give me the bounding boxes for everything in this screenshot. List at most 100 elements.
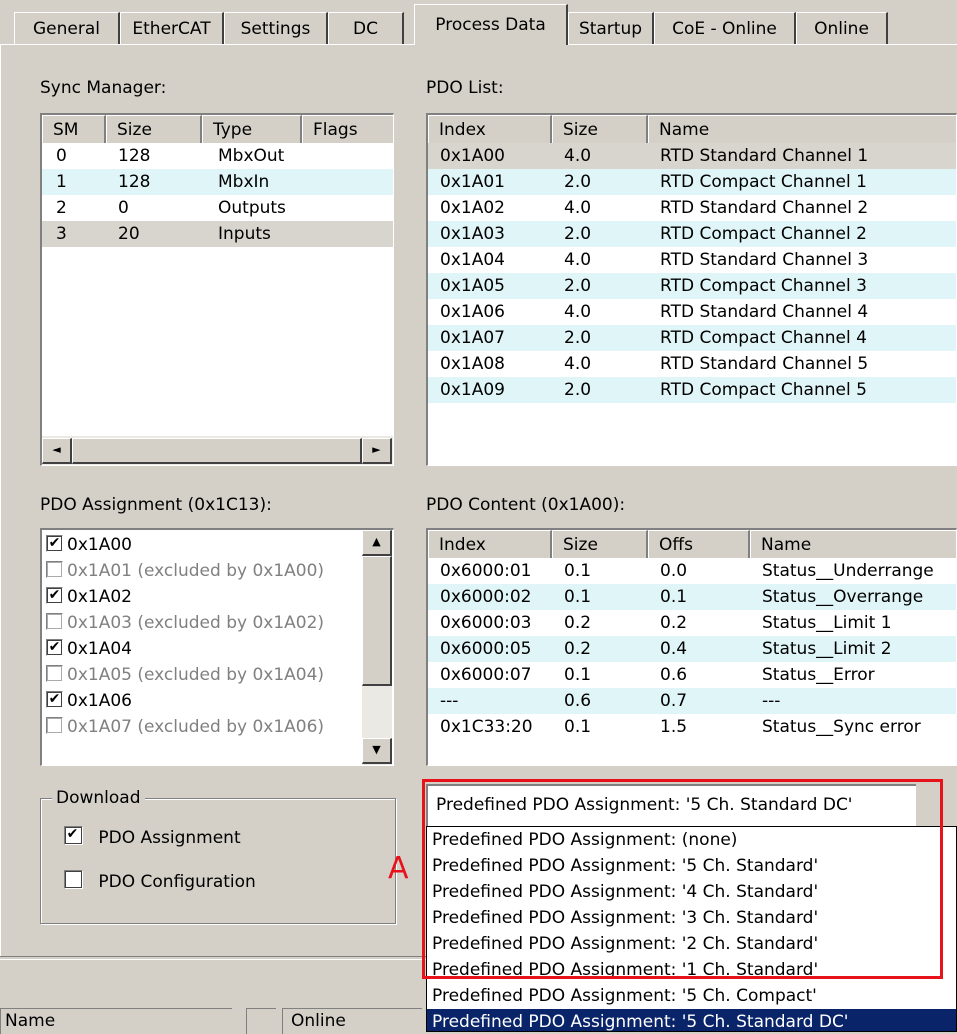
vertical-scrollbar[interactable]: ▲ ▼	[362, 530, 392, 765]
pdo-list-row[interactable]: 0x1A05 2.0 RTD Compact Channel 3	[428, 273, 956, 299]
name-cell: RTD Compact Channel 4	[660, 328, 867, 348]
pdo-list-row[interactable]: 0x1A04 4.0 RTD Standard Channel 3	[428, 247, 956, 273]
sync-manager-row-selected[interactable]: 3 20 Inputs	[42, 221, 393, 247]
size-cell: 0	[118, 198, 129, 218]
pdo-assignment-item[interactable]: 0x1A01 (excluded by 0x1A00)	[46, 558, 324, 584]
pdo-content-row[interactable]: 0x6000:05 0.2 0.4 Status__Limit 2	[428, 636, 956, 662]
size-cell: 4.0	[564, 354, 592, 374]
col-name[interactable]: Name	[648, 115, 956, 143]
pdo-checkbox[interactable]	[46, 665, 63, 682]
col-offs[interactable]: Offs	[648, 530, 750, 558]
index-cell: 0x1A00	[440, 146, 505, 166]
pdo-list[interactable]: Index Size Name 0x1A00 4.0 RTD Standard Ch…	[426, 113, 957, 466]
pdo-assignment-item-label: 0x1A05 (excluded by 0x1A04)	[67, 665, 325, 685]
pdo-assignment-item[interactable]: ✔ 0x1A04	[46, 636, 132, 662]
sync-manager-list[interactable]: SM Size Type Flags 0 128 MbxOut 1 128 Mb…	[40, 113, 394, 466]
scroll-thumb[interactable]	[72, 438, 362, 464]
pdo-checkbox[interactable]	[46, 561, 63, 578]
pdo-list-row[interactable]: 0x1A00 4.0 RTD Standard Channel 1	[428, 143, 956, 169]
pdo-content-list[interactable]: Index Size Offs Name 0x6000:01 0.1 0.0 Stat…	[426, 528, 957, 766]
pdo-list-row[interactable]: 0x1A01 2.0 RTD Compact Channel 1	[428, 169, 956, 195]
col-flags[interactable]: Flags	[302, 115, 393, 143]
tab-coe-online[interactable]: CoE - Online	[654, 12, 796, 45]
pdo-checkbox[interactable]: ✔	[46, 587, 63, 604]
pdo-assignment-item[interactable]: ✔ 0x1A00	[46, 532, 132, 558]
tab-ethercat[interactable]: EtherCAT	[120, 12, 224, 45]
sync-manager-row[interactable]: 2 0 Outputs	[42, 195, 393, 221]
pdo-list-row[interactable]: 0x1A08 4.0 RTD Standard Channel 5	[428, 351, 956, 377]
col-name[interactable]: Name	[750, 530, 956, 558]
tab-dc[interactable]: DC	[328, 12, 404, 45]
pdo-content-row[interactable]: --- 0.6 0.7 ---	[428, 688, 956, 714]
pdo-assignment-item[interactable]: ✔ 0x1A06	[46, 688, 132, 714]
pdo-assignment-list[interactable]: ✔ 0x1A00 0x1A01 (excluded by 0x1A00) ✔ 0x1A0…	[40, 528, 394, 766]
name-cell: RTD Standard Channel 1	[660, 146, 869, 166]
size-cell: 0.1	[564, 587, 592, 607]
pdo-content-row[interactable]: 0x6000:02 0.1 0.1 Status__Overrange	[428, 584, 956, 610]
name-cell: RTD Standard Channel 3	[660, 250, 869, 270]
pdo-list-row[interactable]: 0x1A02 4.0 RTD Standard Channel 2	[428, 195, 956, 221]
annotation-letter-a: A	[388, 851, 409, 886]
pdo-checkbox[interactable]	[46, 613, 63, 630]
size-cell: 20	[118, 224, 140, 244]
pdo-assignment-download-option[interactable]: ✔ PDO Assignment	[64, 826, 241, 848]
tab-process-data[interactable]: Process Data	[414, 4, 568, 45]
horizontal-scrollbar[interactable]: ◄ ►	[42, 436, 393, 465]
tab-general[interactable]: General	[14, 12, 120, 45]
scroll-down-icon[interactable]: ▼	[362, 738, 392, 764]
name-cell: Status__Underrange	[762, 561, 934, 581]
scroll-left-icon[interactable]: ◄	[42, 438, 72, 464]
checkmark-icon: ✔	[48, 587, 61, 603]
index-cell: 0x1A02	[440, 198, 505, 218]
pdo-configuration-download-label: PDO Configuration	[98, 872, 256, 892]
status-online: Online	[282, 1008, 422, 1034]
size-cell: 4.0	[564, 250, 592, 270]
col-size[interactable]: Size	[552, 115, 648, 143]
col-sm[interactable]: SM	[42, 115, 106, 143]
col-index[interactable]: Index	[428, 530, 552, 558]
pdo-checkbox[interactable]: ✔	[46, 535, 63, 552]
size-cell: 0.2	[564, 639, 592, 659]
size-cell: 2.0	[564, 224, 592, 244]
dropdown-option[interactable]: Predefined PDO Assignment: '5 Ch. Standa…	[427, 1009, 956, 1031]
scroll-right-icon[interactable]: ►	[362, 438, 392, 464]
pdo-content-row[interactable]: 0x6000:07 0.1 0.6 Status__Error	[428, 662, 956, 688]
name-cell: RTD Compact Channel 2	[660, 224, 867, 244]
pdo-assignment-download-label: PDO Assignment	[98, 828, 241, 848]
pdo-configuration-download-option[interactable]: PDO Configuration	[64, 870, 256, 892]
dropdown-option[interactable]: Predefined PDO Assignment: '5 Ch. Compac…	[427, 983, 956, 1009]
col-index[interactable]: Index	[428, 115, 552, 143]
tab-startup[interactable]: Startup	[568, 12, 654, 45]
annotation-highlight-box	[422, 779, 943, 979]
tab-settings[interactable]: Settings	[224, 12, 328, 45]
pdo-content-row[interactable]: 0x1C33:20 0.1 1.5 Status__Sync error	[428, 714, 956, 740]
sync-manager-row[interactable]: 0 128 MbxOut	[42, 143, 393, 169]
pdo-assignment-checkbox[interactable]: ✔	[64, 826, 83, 845]
scroll-up-icon[interactable]: ▲	[362, 530, 392, 556]
pdo-assignment-item-label: 0x1A06	[67, 691, 132, 711]
col-size[interactable]: Size	[106, 115, 202, 143]
pdo-configuration-checkbox[interactable]	[64, 870, 83, 889]
index-cell: 0x1C33:20	[440, 717, 533, 737]
index-cell: 0x1A05	[440, 276, 505, 296]
pdo-list-row[interactable]: 0x1A06 4.0 RTD Standard Channel 4	[428, 299, 956, 325]
tab-online[interactable]: Online	[796, 12, 888, 45]
pdo-assignment-item[interactable]: 0x1A05 (excluded by 0x1A04)	[46, 662, 324, 688]
col-type[interactable]: Type	[202, 115, 302, 143]
pdo-list-row[interactable]: 0x1A09 2.0 RTD Compact Channel 5	[428, 377, 956, 403]
pdo-checkbox[interactable]: ✔	[46, 691, 63, 708]
index-cell: 0x1A07	[440, 328, 505, 348]
pdo-assignment-item[interactable]: ✔ 0x1A02	[46, 584, 132, 610]
pdo-assignment-item[interactable]: 0x1A07 (excluded by 0x1A06)	[46, 714, 324, 740]
scroll-thumb[interactable]	[362, 556, 392, 686]
type-cell: Outputs	[218, 198, 286, 218]
pdo-content-row[interactable]: 0x6000:01 0.1 0.0 Status__Underrange	[428, 558, 956, 584]
pdo-content-row[interactable]: 0x6000:03 0.2 0.2 Status__Limit 1	[428, 610, 956, 636]
col-size[interactable]: Size	[552, 530, 648, 558]
sync-manager-row[interactable]: 1 128 MbxIn	[42, 169, 393, 195]
pdo-list-row[interactable]: 0x1A03 2.0 RTD Compact Channel 2	[428, 221, 956, 247]
pdo-list-row[interactable]: 0x1A07 2.0 RTD Compact Channel 4	[428, 325, 956, 351]
pdo-checkbox[interactable]: ✔	[46, 639, 63, 656]
pdo-checkbox[interactable]	[46, 717, 63, 734]
pdo-assignment-item[interactable]: 0x1A03 (excluded by 0x1A02)	[46, 610, 324, 636]
